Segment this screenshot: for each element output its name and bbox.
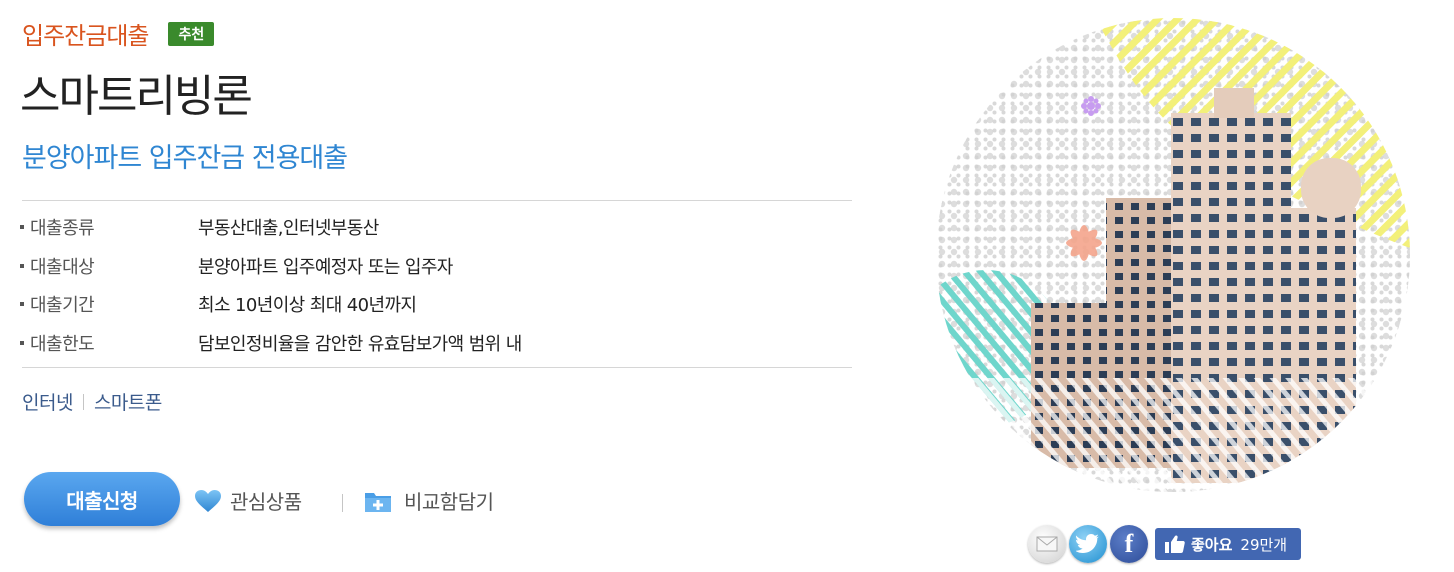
spec-list: 대출종류 부동산대출,인터넷부동산 대출대상 분양아파트 입주예정자 또는 입주…	[20, 208, 850, 362]
share-bar: f 좋아요 29만개	[1028, 525, 1302, 563]
product-title: 스마트리빙론	[20, 71, 253, 122]
like-label: 좋아요	[1191, 535, 1233, 554]
product-subtitle: 분양아파트 입주잔금 전용대출	[22, 143, 348, 174]
compare-label: 비교함담기	[404, 490, 494, 514]
recommend-badge: 추천	[168, 21, 215, 46]
channel-internet: 인터넷	[22, 392, 73, 414]
folder-plus-icon	[365, 492, 391, 512]
spec-key: 대출대상	[30, 256, 95, 278]
share-mail-button[interactable]	[1028, 525, 1066, 563]
facebook-like-button[interactable]: 좋아요 29만개	[1155, 528, 1302, 560]
spec-key: 대출종류	[30, 218, 95, 240]
bullet-icon	[20, 263, 24, 268]
compare-button[interactable]: 비교함담기	[364, 486, 494, 515]
apartment-illustration	[936, 18, 1410, 492]
thumbs-up-icon	[1165, 535, 1185, 553]
apply-loan-button[interactable]: 대출신청	[24, 472, 180, 526]
share-facebook-button[interactable]: f	[1110, 525, 1148, 563]
twitter-icon	[1076, 534, 1099, 553]
share-twitter-button[interactable]	[1069, 525, 1107, 563]
product-category: 입주잔금대출	[22, 22, 149, 50]
spec-row: 대출종류 부동산대출,인터넷부동산	[20, 208, 850, 247]
spec-value: 담보인정비율을 감안한 유효담보가액 범위 내	[198, 333, 522, 355]
action-separator	[342, 494, 343, 512]
divider-top	[22, 200, 852, 201]
divider-bottom	[22, 367, 852, 368]
bullet-icon	[20, 225, 24, 230]
spec-row: 대출한도 담보인정비율을 감안한 유효담보가액 범위 내	[20, 324, 850, 363]
channel-separator	[82, 393, 84, 410]
wish-button[interactable]: 관심상품	[194, 486, 302, 515]
product-hero-image	[936, 18, 1410, 492]
spec-value: 부동산대출,인터넷부동산	[198, 218, 379, 240]
spec-row: 대출기간 최소 10년이상 최대 40년까지	[20, 285, 850, 324]
wish-label: 관심상품	[230, 490, 302, 514]
bullet-icon	[20, 340, 24, 345]
spec-key: 대출한도	[30, 333, 95, 355]
spec-row: 대출대상 분양아파트 입주예정자 또는 입주자	[20, 247, 850, 286]
channel-list: 인터넷 스마트폰	[22, 388, 162, 415]
heart-icon	[195, 489, 221, 512]
facebook-icon: f	[1124, 529, 1134, 558]
channel-smartphone: 스마트폰	[93, 392, 162, 414]
bullet-icon	[20, 302, 24, 307]
like-count: 29만개	[1240, 535, 1288, 554]
product-category-row: 입주잔금대출 추천	[22, 16, 215, 51]
spec-key: 대출기간	[30, 295, 95, 317]
mail-icon	[1036, 536, 1058, 552]
spec-value: 최소 10년이상 최대 40년까지	[198, 295, 417, 317]
spec-value: 분양아파트 입주예정자 또는 입주자	[198, 256, 453, 278]
